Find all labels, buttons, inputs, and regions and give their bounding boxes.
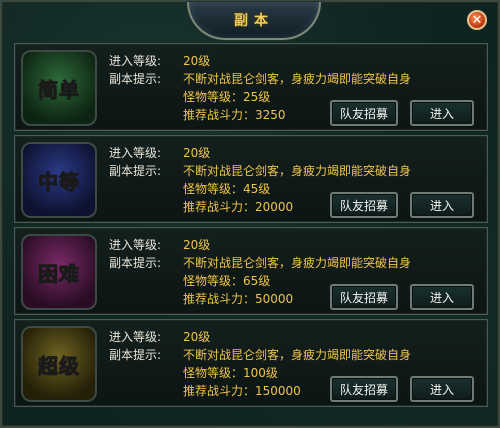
difficulty-badge-normal: 中等 [21, 142, 97, 218]
recruit-button[interactable]: 队友招募 [330, 100, 398, 126]
level-label: 进入等级: [109, 330, 162, 344]
hint-text: 不断对战昆仑剑客，身疲力竭即能突破自身 [183, 348, 412, 362]
level-value: 20级 [183, 54, 211, 68]
recommended-power: 推荐战斗力：50000 [183, 292, 294, 306]
difficulty-badge-easy: 简单 [21, 50, 97, 126]
hint-text: 不断对战昆仑剑客，身疲力竭即能突破自身 [183, 164, 412, 178]
difficulty-badge-label: 简单 [38, 77, 80, 102]
level-label: 进入等级: [109, 238, 162, 252]
close-button[interactable]: ✕ [467, 10, 487, 30]
difficulty-badge-super: 超级 [21, 326, 97, 402]
enter-button[interactable]: 进入 [410, 376, 474, 402]
recruit-button[interactable]: 队友招募 [330, 192, 398, 218]
level-label: 进入等级: [109, 146, 162, 160]
difficulty-badge-label: 困难 [38, 261, 80, 286]
dungeon-panel-hard: 困难 进入等级: 20级 副本提示: 不断对战昆仑剑客，身疲力竭即能突破自身 怪… [14, 227, 488, 315]
monster-level: 怪物等级：100级 [183, 366, 278, 380]
recruit-button[interactable]: 队友招募 [330, 284, 398, 310]
window-title: 副本 [234, 13, 274, 29]
difficulty-badge-label: 超级 [38, 353, 80, 378]
monster-level: 怪物等级：45级 [183, 182, 271, 196]
level-value: 20级 [183, 146, 211, 160]
recommended-power: 推荐战斗力：150000 [183, 384, 301, 398]
level-value: 20级 [183, 238, 211, 252]
enter-button[interactable]: 进入 [410, 100, 474, 126]
enter-button[interactable]: 进入 [410, 192, 474, 218]
dungeon-panel-super: 超级 进入等级: 20级 副本提示: 不断对战昆仑剑客，身疲力竭即能突破自身 怪… [14, 319, 488, 407]
monster-level: 怪物等级：25级 [183, 90, 271, 104]
hint-text: 不断对战昆仑剑客，身疲力竭即能突破自身 [183, 72, 412, 86]
hint-label: 副本提示: [109, 348, 162, 362]
dungeon-panel-easy: 简单 进入等级: 20级 副本提示: 不断对战昆仑剑客，身疲力竭即能突破自身 怪… [14, 43, 488, 131]
level-value: 20级 [183, 330, 211, 344]
dungeon-panel-normal: 中等 进入等级: 20级 副本提示: 不断对战昆仑剑客，身疲力竭即能突破自身 怪… [14, 135, 488, 223]
dungeon-window: 副本 ✕ 简单 进入等级: 20级 副本提示: 不断对战昆仑剑客，身疲力竭即能突… [0, 0, 500, 428]
recommended-power: 推荐战斗力：3250 [183, 108, 286, 122]
recommended-power: 推荐战斗力：20000 [183, 200, 294, 214]
hint-label: 副本提示: [109, 72, 162, 86]
hint-label: 副本提示: [109, 256, 162, 270]
title-plate: 副本 [187, 2, 321, 40]
difficulty-badge-hard: 困难 [21, 234, 97, 310]
recruit-button[interactable]: 队友招募 [330, 376, 398, 402]
enter-button[interactable]: 进入 [410, 284, 474, 310]
level-label: 进入等级: [109, 54, 162, 68]
monster-level: 怪物等级：65级 [183, 274, 271, 288]
difficulty-badge-label: 中等 [38, 169, 80, 194]
hint-text: 不断对战昆仑剑客，身疲力竭即能突破自身 [183, 256, 412, 270]
close-icon: ✕ [471, 12, 483, 28]
hint-label: 副本提示: [109, 164, 162, 178]
